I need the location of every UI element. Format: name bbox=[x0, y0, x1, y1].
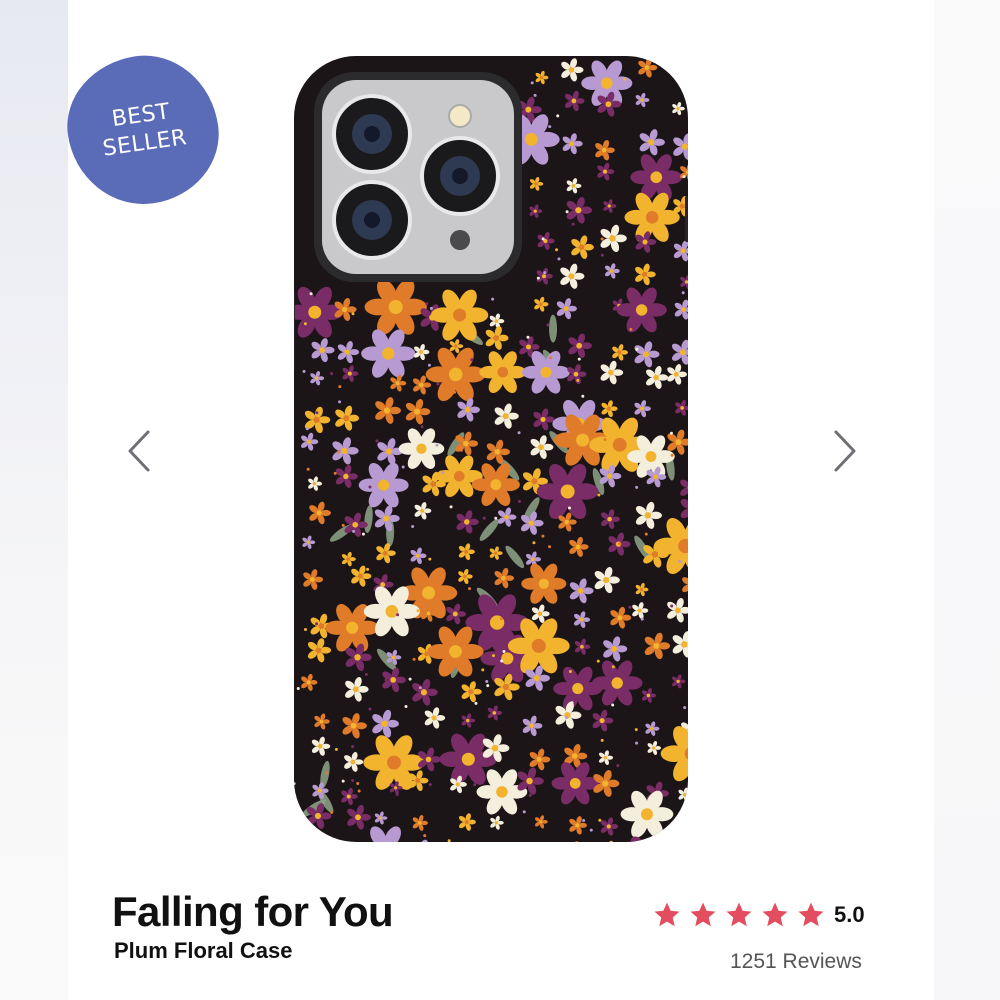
camera-module bbox=[314, 72, 522, 282]
product-title: Falling for You bbox=[112, 888, 394, 935]
phone-case-image bbox=[294, 56, 688, 842]
left-margin bbox=[0, 0, 68, 1000]
next-image-button[interactable] bbox=[824, 426, 864, 476]
side-button bbox=[294, 291, 295, 371]
chevron-right-icon bbox=[834, 430, 856, 472]
right-margin bbox=[934, 0, 1000, 1000]
previous-image-button[interactable] bbox=[120, 426, 160, 476]
product-subtitle: Plum Floral Case bbox=[114, 938, 293, 963]
side-button bbox=[685, 196, 688, 242]
star-icon bbox=[762, 902, 788, 927]
review-count-link[interactable]: 1251 Reviews bbox=[730, 950, 862, 974]
star-icon bbox=[798, 902, 824, 927]
rating-value: 5.0 bbox=[834, 902, 865, 927]
star-icon bbox=[690, 902, 716, 927]
star-icon bbox=[726, 902, 752, 927]
rating-summary: 5.0 bbox=[652, 900, 865, 930]
star-rating bbox=[652, 900, 832, 930]
chevron-left-icon bbox=[128, 430, 150, 472]
star-icon bbox=[654, 902, 680, 927]
